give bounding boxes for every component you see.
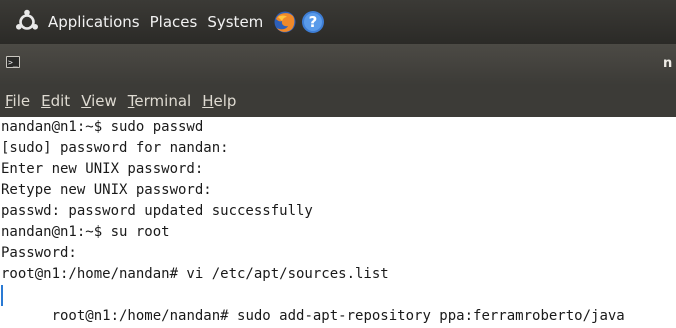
menu-edit-label: dit: [50, 92, 71, 110]
window-title: n: [663, 56, 673, 71]
menu-terminal-label: erminal: [134, 92, 192, 110]
svg-text:?: ?: [309, 13, 318, 31]
menu-edit-mnemonic: E: [41, 92, 51, 110]
terminal-line: root@n1:/home/nandan# vi /etc/apt/source…: [1, 266, 389, 282]
help-icon[interactable]: ?: [301, 10, 325, 34]
menu-view[interactable]: View: [81, 92, 117, 110]
menu-help-label: elp: [213, 92, 237, 110]
terminal-line: nandan@n1:~$ sudo passwd: [1, 119, 204, 135]
menu-edit[interactable]: Edit: [41, 92, 70, 110]
system-menu[interactable]: System: [207, 13, 263, 31]
terminal-line-text: root@n1:/home/nandan# sudo add-apt-repos…: [51, 308, 625, 324]
terminal-line: Retype new UNIX password:: [1, 182, 212, 198]
terminal-icon: >_: [6, 56, 20, 68]
places-menu[interactable]: Places: [150, 13, 198, 31]
ubuntu-logo-icon[interactable]: [14, 9, 40, 35]
window-title-bar[interactable]: >_ n: [0, 44, 676, 85]
terminal-line: [sudo] password for nandan:: [1, 140, 229, 156]
top-panel: Applications Places System ?: [0, 0, 676, 44]
menu-view-mnemonic: V: [81, 92, 92, 110]
panel-menus: Applications Places System ?: [14, 9, 329, 35]
terminal-output[interactable]: nandan@n1:~$ sudo passwd [sudo] password…: [0, 117, 676, 328]
terminal-line: Password:: [1, 245, 77, 261]
menu-file-mnemonic: F: [5, 92, 13, 110]
desktop-screen: Applications Places System ? >_ n File E…: [0, 0, 676, 328]
text-cursor: [1, 285, 3, 306]
menu-help[interactable]: Help: [202, 92, 236, 110]
menu-terminal[interactable]: Terminal: [128, 92, 191, 110]
menu-help-mnemonic: H: [202, 92, 214, 110]
terminal-line: nandan@n1:~$ su root: [1, 224, 170, 240]
applications-menu[interactable]: Applications: [48, 13, 140, 31]
menu-file-label: ile: [12, 92, 31, 110]
terminal-line: Enter new UNIX password:: [1, 161, 204, 177]
terminal-menu-bar: File Edit View Terminal Help: [0, 85, 676, 117]
terminal-current-line: root@n1:/home/nandan# sudo add-apt-repos…: [1, 285, 676, 324]
menu-view-label: iew: [91, 92, 117, 110]
firefox-icon[interactable]: [273, 10, 297, 34]
terminal-line: passwd: password updated successfully: [1, 203, 313, 219]
menu-file[interactable]: File: [5, 92, 30, 110]
